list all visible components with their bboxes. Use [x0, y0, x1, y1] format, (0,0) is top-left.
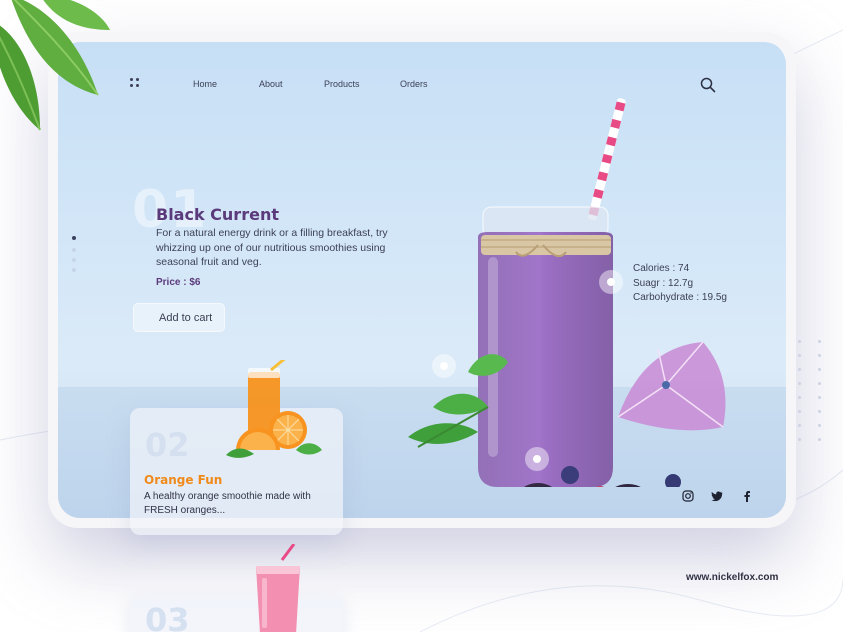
- slide-pagination[interactable]: [71, 236, 77, 282]
- instagram-icon[interactable]: [682, 490, 694, 502]
- mint-leaves-image: [0, 0, 110, 131]
- nutrition-sugar: Suagr : 12.7g: [633, 277, 694, 289]
- orange-juice-image: [226, 360, 322, 458]
- nav-about[interactable]: About: [259, 79, 283, 89]
- strawberry-smoothie-image: [256, 544, 300, 632]
- product-card-orange[interactable]: 02 Orange Fun A healthy orange smoothie …: [130, 360, 343, 535]
- striped-straw-image: [588, 98, 626, 221]
- twitter-icon[interactable]: [711, 490, 723, 502]
- nutrition-info: Calories : 74 Suagr : 12.7g Carbohydrate…: [633, 262, 727, 306]
- jar-body: [478, 206, 613, 487]
- nutrition-calories: Calories : 74: [633, 263, 690, 274]
- search-icon[interactable]: [700, 77, 716, 93]
- card-description: A healthy orange smoothie made with FRES…: [144, 491, 311, 516]
- decorative-dots: [798, 340, 828, 458]
- nav-home[interactable]: Home: [193, 79, 217, 89]
- nutrition-carbohydrate: Carbohydrate : 19.5g: [633, 292, 727, 303]
- card-number: 02: [145, 426, 190, 464]
- product-price: Price : $6: [156, 277, 201, 288]
- hotspot-nutrition[interactable]: [599, 270, 623, 294]
- cocktail-umbrella-image: [617, 341, 726, 431]
- nav-products[interactable]: Products: [324, 79, 360, 89]
- footer-site-url[interactable]: www.nickelfox.com: [686, 572, 778, 583]
- nav-orders[interactable]: Orders: [400, 79, 428, 89]
- hotspot-berries[interactable]: [525, 447, 549, 471]
- card-number: 03: [145, 601, 190, 632]
- facebook-icon[interactable]: [741, 490, 753, 502]
- product-title: Black Current: [156, 205, 279, 224]
- card-title: Orange Fun: [144, 473, 223, 487]
- add-to-cart-button[interactable]: Add to cart: [133, 303, 225, 332]
- menu-dots-icon[interactable]: [130, 78, 142, 90]
- product-description: For a natural energy drink or a filling …: [156, 227, 388, 268]
- hotspot-mint[interactable]: [432, 354, 456, 378]
